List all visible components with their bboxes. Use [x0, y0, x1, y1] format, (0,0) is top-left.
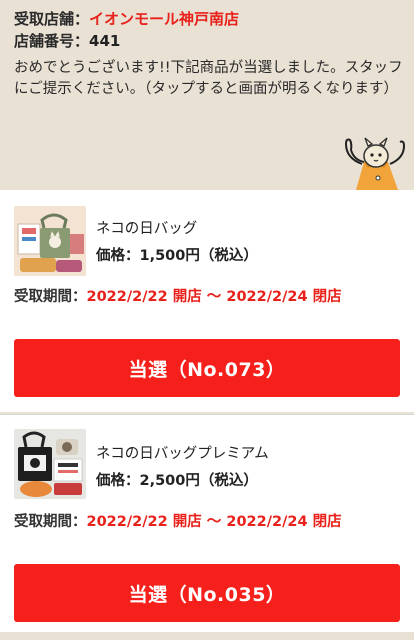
congrats-message[interactable]: おめでとうございます!!下記商品が当選しました。スタッフにご提示ください。（タッ… [14, 58, 404, 100]
price-label: 価格： [96, 248, 140, 264]
store-header: 受取店舗：イオンモール神戸南店 店舗番号：441 おめでとうございます!!下記商… [0, 0, 414, 190]
win-number-button[interactable]: 当選（No.073） [14, 339, 400, 397]
product-price: 1,500円（税込） [139, 248, 258, 264]
prize-card: ネコの日バッグプレミアム 価格：2,500円（税込） 受取期間：2022/2/2… [0, 414, 414, 640]
prize-card: ネコの日バッグ 価格：1,500円（税込） 受取期間：2022/2/22 開店 … [0, 190, 414, 412]
win-number-button[interactable]: 当選（No.035） [14, 564, 400, 622]
product-price-row: 価格：2,500円（税込） [96, 469, 258, 490]
pickup-period-row: 受取期間：2022/2/22 開店 〜 2022/2/24 閉店 [14, 510, 342, 531]
store-number: 441 [89, 32, 121, 50]
store-label: 受取店舗： [14, 10, 90, 28]
pickup-period: 2022/2/22 開店 〜 2022/2/24 閉店 [86, 514, 342, 530]
bottom-strip [0, 632, 414, 640]
pickup-period: 2022/2/22 開店 〜 2022/2/24 閉店 [86, 289, 342, 305]
store-number-row: 店舗番号：441 [14, 30, 404, 52]
product-name: ネコの日バッグプレミアム [96, 446, 269, 462]
mascot-character-icon [344, 137, 406, 190]
store-number-label: 店舗番号： [14, 32, 90, 50]
product-price-row: 価格：1,500円（税込） [96, 244, 258, 265]
product-name: ネコの日バッグ [96, 221, 198, 237]
pickup-period-label: 受取期間： [14, 289, 87, 305]
product-image [14, 206, 86, 276]
pickup-period-label: 受取期間： [14, 514, 87, 530]
pickup-period-row: 受取期間：2022/2/22 開店 〜 2022/2/24 閉店 [14, 285, 342, 306]
store-name: イオンモール神戸南店 [89, 10, 240, 28]
product-price: 2,500円（税込） [139, 473, 258, 489]
store-name-row: 受取店舗：イオンモール神戸南店 [14, 8, 404, 30]
price-label: 価格： [96, 473, 140, 489]
product-image [14, 429, 86, 499]
